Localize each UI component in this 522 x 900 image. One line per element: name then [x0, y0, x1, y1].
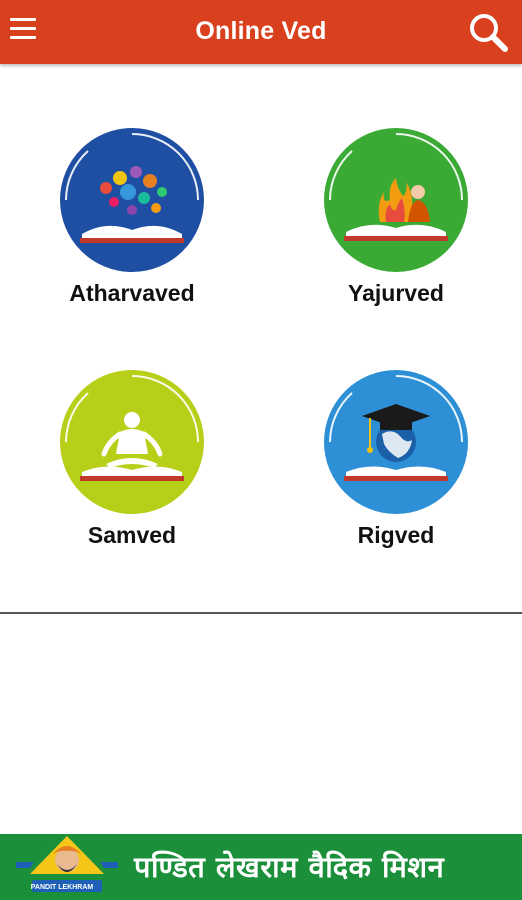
book-with-graduation-cap-icon [324, 370, 468, 514]
app-bar: Online Ved [0, 0, 522, 64]
ved-label: Rigved [357, 522, 435, 548]
ved-label: Yajurved [348, 280, 444, 306]
footer-banner[interactable]: PANDIT LEKHRAM पण्डित लेखराम वैदिक मिशन [0, 834, 522, 900]
logo-caption: PANDIT LEKHRAM [30, 884, 94, 891]
ved-item-yajurved[interactable]: Yajurved [296, 126, 496, 307]
footer-text: पण्डित लेखराम वैदिक मिशन [134, 850, 445, 884]
app-title: Online Ved [195, 17, 327, 45]
ved-label: Samved [87, 522, 177, 548]
book-with-yajna-icon [324, 128, 468, 272]
ved-item-rigved[interactable]: Rigved [296, 368, 496, 549]
ved-item-atharvaved[interactable]: Atharvaved [32, 126, 232, 307]
ved-label: Atharvaved [69, 280, 195, 306]
divider [0, 612, 522, 614]
ved-item-samved[interactable]: Samved [32, 368, 232, 549]
book-with-meditation-icon [60, 370, 204, 514]
book-with-symbols-icon [60, 128, 204, 272]
search-icon[interactable] [466, 10, 510, 54]
